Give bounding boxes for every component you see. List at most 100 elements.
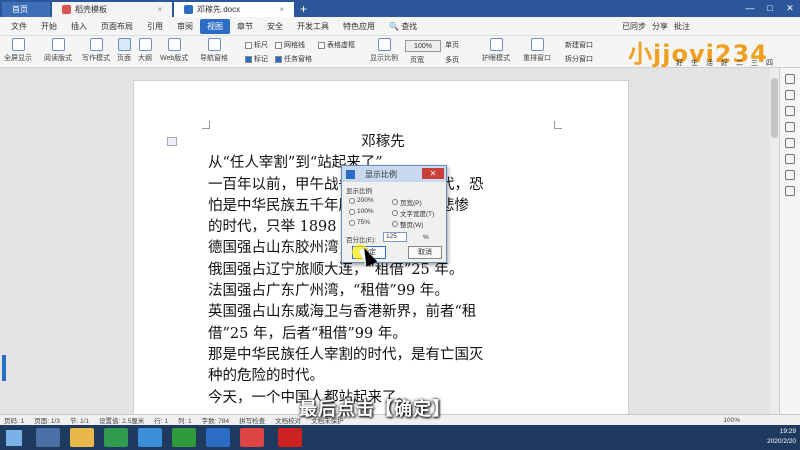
status-col: 列: 1 — [177, 418, 192, 425]
tab-template[interactable]: 稻壳模板 × — [52, 2, 172, 17]
margin-corner — [202, 121, 210, 129]
search-button[interactable]: 🔍 查找 — [382, 17, 424, 36]
rearrange-icon — [530, 38, 544, 51]
maximize-icon[interactable]: □ — [760, 0, 780, 17]
document-line: 借”25 年，后者“租借”99 年。 — [208, 325, 407, 342]
browser-icon[interactable] — [172, 428, 196, 447]
tab-bar: 首页 稻壳模板 × 邓稼先.docx × + — □ ✕ — [0, 0, 800, 17]
multi-page-button[interactable]: 多页 — [445, 55, 459, 65]
single-page-button[interactable]: 单页 — [445, 40, 459, 50]
document-title: 邓稼先 — [361, 134, 405, 150]
radio-whole-page[interactable]: 整页(W) — [392, 219, 423, 229]
eye-mode-label: 护眼模式 — [482, 55, 510, 62]
cancel-button[interactable]: 取消 — [408, 246, 442, 259]
zoom-ratio-button[interactable]: 显示比例 — [370, 38, 398, 63]
menu-home[interactable]: 开始 — [34, 17, 64, 36]
panel-icon[interactable] — [785, 106, 795, 116]
write-mode-button[interactable]: 写作模式 — [82, 38, 110, 63]
channel-logo: 小jjovi234 好生活好二三四 — [628, 34, 798, 70]
eye-icon — [489, 38, 503, 51]
web-view-button[interactable]: Web版式 — [160, 38, 188, 63]
tab-document[interactable]: 邓稼先.docx × — [174, 2, 294, 17]
nav-pane-button[interactable]: 导航窗格 — [200, 38, 228, 63]
radio-dot — [392, 199, 398, 205]
excel-icon[interactable] — [104, 428, 128, 447]
checkbox-box — [245, 41, 252, 49]
table-frame-checkbox[interactable]: 表格虚框 — [318, 40, 355, 50]
menu-features[interactable]: 特色应用 — [336, 17, 382, 36]
left-marker — [2, 355, 6, 381]
windows-start-icon[interactable] — [6, 430, 22, 446]
close-window-icon[interactable]: ✕ — [780, 0, 800, 17]
radio-page-width[interactable]: 页宽(P) — [392, 197, 422, 207]
outline-button[interactable]: 大纲 — [138, 38, 152, 63]
menu-section[interactable]: 章节 — [230, 17, 260, 36]
panel-icon[interactable] — [785, 90, 795, 100]
fullscreen-label: 全屏显示 — [4, 55, 32, 62]
radio-100[interactable]: 100% — [349, 208, 374, 215]
radio-75[interactable]: 75% — [349, 219, 370, 226]
rearrange-button[interactable]: 重排窗口 — [523, 38, 551, 63]
read-mode-button[interactable]: 阅读版式 — [44, 38, 72, 63]
panel-icon[interactable] — [785, 138, 795, 148]
vertical-scrollbar[interactable] — [770, 68, 779, 414]
outline-icon — [138, 38, 152, 51]
radio-text-width[interactable]: 文字宽度(T) — [392, 208, 434, 218]
scroll-thumb[interactable] — [771, 78, 778, 138]
radio-label: 整页(W) — [400, 222, 424, 229]
mark-checkbox[interactable]: 标记 — [245, 54, 268, 64]
status-pages: 页面: 1/3 — [34, 418, 60, 425]
menu-view[interactable]: 视图 — [200, 18, 230, 34]
zoom-level[interactable]: 100% — [723, 417, 740, 424]
menu-layout[interactable]: 页面布局 — [94, 17, 140, 36]
status-section: 节: 1/1 — [69, 418, 90, 425]
menu-security[interactable]: 安全 — [260, 17, 290, 36]
task-pane-checkbox[interactable]: 任务窗格 — [275, 54, 312, 64]
menu-reference[interactable]: 引用 — [140, 17, 170, 36]
zoom-100-button[interactable]: 100% — [405, 40, 441, 52]
panel-icon[interactable] — [785, 122, 795, 132]
chrome-icon[interactable] — [240, 428, 264, 447]
fullscreen-icon — [11, 38, 25, 51]
wps-writer-icon[interactable] — [206, 428, 230, 447]
folder-icon[interactable] — [70, 428, 94, 447]
percent-input[interactable]: 125 — [383, 232, 407, 242]
record-icon[interactable] — [278, 428, 302, 447]
checkbox-box — [318, 41, 325, 49]
new-window-label: 新建窗口 — [565, 42, 593, 49]
outline-label: 大纲 — [138, 55, 152, 62]
proof-button[interactable]: 文档校对 — [275, 415, 301, 425]
ruler-checkbox[interactable]: 标尺 — [245, 40, 268, 50]
menu-review[interactable]: 审阅 — [170, 17, 200, 36]
eye-mode-button[interactable]: 护眼模式 — [482, 38, 510, 63]
menu-insert[interactable]: 插入 — [64, 17, 94, 36]
panel-icon[interactable] — [785, 154, 795, 164]
minimize-icon[interactable]: — — [740, 0, 760, 17]
split-window-button[interactable]: 拆分窗口 — [565, 54, 593, 64]
spell-check-button[interactable]: 拼写检查 — [239, 415, 265, 425]
write-mode-label: 写作模式 — [82, 55, 110, 62]
close-icon[interactable]: × — [279, 2, 284, 17]
new-window-button[interactable]: 新建窗口 — [565, 40, 593, 50]
video-subtitle: 最后点击【确定】 — [299, 399, 451, 420]
page-view-button[interactable]: 页面 — [117, 38, 131, 63]
tab-template-label: 稻壳模板 — [75, 5, 107, 14]
margin-corner — [554, 121, 562, 129]
new-tab-icon[interactable]: + — [300, 2, 307, 17]
checkbox-box — [245, 55, 252, 63]
radio-200[interactable]: 200% — [349, 197, 374, 204]
panel-icon[interactable] — [785, 74, 795, 84]
taskbar-app-icon[interactable] — [36, 428, 60, 447]
dialog-close-button[interactable]: ✕ — [422, 168, 444, 179]
menu-file[interactable]: 文件 — [4, 17, 34, 36]
menu-devtools[interactable]: 开发工具 — [290, 17, 336, 36]
tab-home[interactable]: 首页 — [2, 2, 50, 17]
fullscreen-button[interactable]: 全屏显示 — [4, 38, 32, 63]
panel-icon[interactable] — [785, 186, 795, 196]
panel-icon[interactable] — [785, 170, 795, 180]
cloud-icon[interactable] — [138, 428, 162, 447]
page-width-button[interactable]: 页宽 — [410, 55, 424, 65]
document-side-icon[interactable] — [167, 137, 177, 146]
close-icon[interactable]: × — [157, 2, 162, 17]
grid-checkbox[interactable]: 网格线 — [275, 40, 305, 50]
